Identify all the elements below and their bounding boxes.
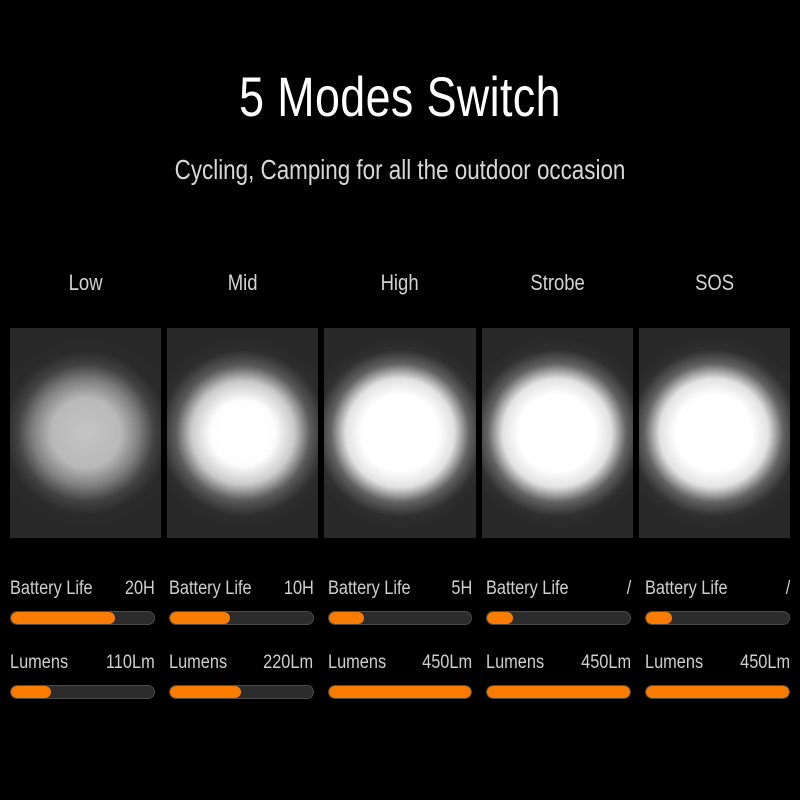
lumens-stat-header: Lumens 220Lm (169, 650, 314, 676)
lumens-label: Lumens (645, 652, 704, 673)
battery-bar-fill (328, 612, 365, 624)
battery-life-stat-row: Battery Life 20H Battery Life 10H Batter… (10, 576, 790, 625)
battery-value: / (785, 578, 790, 599)
light-beam-glow-icon (481, 338, 633, 528)
battery-bar-track (10, 611, 155, 625)
lumens-value: 220Lm (263, 652, 314, 673)
lumens-bar-track (486, 685, 632, 699)
battery-bar-track (327, 611, 473, 625)
lumens-stat-strobe: Lumens 450Lm (486, 650, 632, 699)
beam-panel-mid (167, 328, 319, 538)
lumens-stat-sos: Lumens 450Lm (645, 650, 790, 699)
lumens-value: 110Lm (106, 652, 155, 673)
lumens-label: Lumens (168, 652, 227, 673)
battery-stat-high: Battery Life 5H (327, 576, 473, 625)
page-title: 5 Modes Switch (239, 65, 561, 128)
lumens-stat-mid: Lumens 220Lm (168, 650, 314, 699)
battery-stat-header: Battery Life 5H (328, 576, 473, 602)
lumens-stat-header: Lumens 450Lm (486, 650, 631, 676)
light-beam-glow-icon (10, 338, 162, 528)
battery-label: Battery Life (645, 578, 728, 599)
battery-stat-low: Battery Life 20H (10, 576, 155, 625)
battery-label: Battery Life (168, 578, 252, 599)
lumens-label: Lumens (10, 652, 69, 673)
battery-stat-strobe: Battery Life / (486, 576, 632, 625)
lumens-bar-track (327, 685, 473, 699)
beam-preview-row (10, 328, 791, 538)
battery-value: 10H (283, 578, 314, 599)
mode-label-low: Low (68, 270, 103, 295)
lumens-stat-header: Lumens 450Lm (328, 650, 473, 676)
beam-panel-low (10, 328, 162, 538)
battery-bar-track (168, 611, 314, 625)
mode-label-row: Low Mid High Strobe SOS (10, 268, 790, 298)
battery-label: Battery Life (10, 578, 93, 599)
lumens-stat-header: Lumens 450Lm (645, 650, 790, 676)
light-beam-glow-icon (324, 338, 476, 528)
battery-value: 5H (451, 578, 473, 599)
battery-value: 20H (124, 578, 155, 599)
light-beam-glow-icon (167, 338, 319, 528)
light-beam-glow-icon (638, 338, 791, 528)
beam-panel-high (324, 328, 476, 538)
lumens-bar-track (645, 685, 790, 699)
battery-bar-fill (11, 612, 116, 624)
mode-label-mid: Mid (227, 270, 258, 295)
battery-label: Battery Life (327, 578, 411, 599)
battery-bar-track (645, 611, 790, 625)
lumens-bar-track (10, 685, 155, 699)
lumens-bar-fill (328, 686, 472, 698)
battery-bar-fill (646, 612, 672, 624)
lumens-stat-header: Lumens 110Lm (10, 650, 155, 676)
lumens-bar-fill (646, 686, 789, 698)
lumens-stat-low: Lumens 110Lm (10, 650, 155, 699)
lumens-value: 450Lm (422, 652, 473, 673)
page-subtitle: Cycling, Camping for all the outdoor occ… (174, 154, 626, 185)
battery-stat-header: Battery Life / (645, 576, 790, 602)
product-feature-page: 5 Modes Switch Cycling, Camping for all … (0, 0, 800, 800)
battery-label: Battery Life (486, 578, 570, 599)
battery-stat-header: Battery Life / (486, 576, 631, 602)
mode-label-high: High (380, 270, 420, 295)
lumens-value: 450Lm (581, 652, 632, 673)
battery-stat-mid: Battery Life 10H (168, 576, 314, 625)
beam-panel-sos (638, 328, 791, 538)
lumens-bar-track (168, 685, 314, 699)
lumens-bar-fill (487, 686, 631, 698)
beam-panel-strobe (481, 328, 633, 538)
battery-stat-header: Battery Life 20H (10, 576, 155, 602)
lumens-label: Lumens (327, 652, 386, 673)
mode-label-strobe: Strobe (529, 270, 585, 295)
page-header: 5 Modes Switch Cycling, Camping for all … (0, 0, 800, 187)
battery-stat-header: Battery Life 10H (169, 576, 314, 602)
lumens-bar-fill (169, 686, 242, 698)
battery-value: / (626, 578, 632, 599)
lumens-bar-fill (11, 686, 51, 698)
battery-bar-track (486, 611, 632, 625)
battery-stat-sos: Battery Life / (645, 576, 790, 625)
lumens-stat-high: Lumens 450Lm (327, 650, 473, 699)
lumens-stat-row: Lumens 110Lm Lumens 220Lm Lumens 450Lm L… (10, 650, 790, 699)
battery-bar-fill (169, 612, 230, 624)
mode-label-sos: SOS (694, 270, 734, 295)
lumens-value: 450Lm (740, 652, 790, 673)
lumens-label: Lumens (486, 652, 545, 673)
battery-bar-fill (487, 612, 514, 624)
